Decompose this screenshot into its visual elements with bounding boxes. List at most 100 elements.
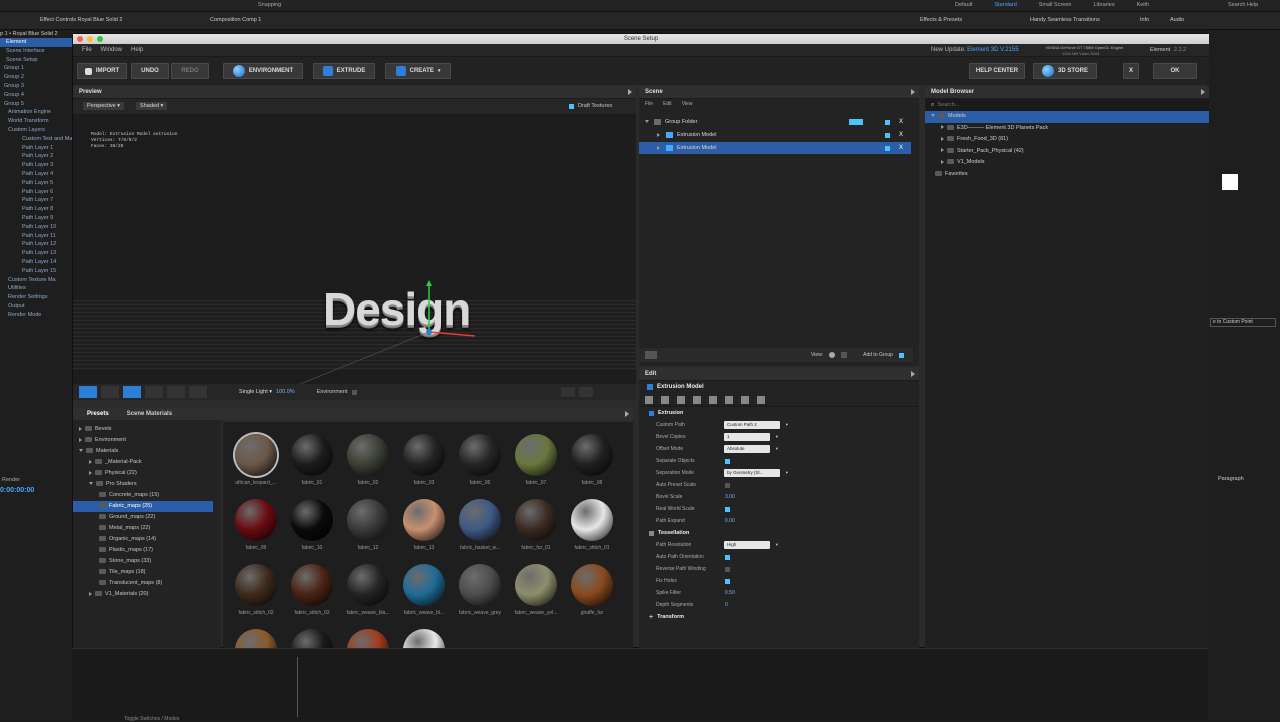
material-sphere[interactable] (347, 564, 389, 606)
expand-triangle-icon[interactable] (89, 591, 92, 596)
preset-folder[interactable]: Stone_maps (33) (73, 556, 213, 567)
settings-icon[interactable] (560, 387, 575, 397)
effect-tree-item[interactable]: Group 1 (0, 64, 72, 73)
effect-tree-item[interactable]: Path Layer 14 (0, 258, 72, 267)
gear-icon[interactable] (757, 395, 765, 404)
effect-tree-item[interactable]: Scene Interface (0, 47, 72, 56)
workspace-2[interactable]: Small Screen (1039, 2, 1072, 8)
effect-tree-item[interactable]: Element (0, 38, 72, 47)
browser-search[interactable]: ⌕ (925, 99, 1209, 111)
group-color-swatch[interactable] (849, 119, 863, 125)
expand-triangle-icon[interactable] (931, 114, 935, 118)
property-checkbox[interactable] (725, 482, 730, 488)
material-sphere[interactable] (291, 434, 333, 476)
tab-info[interactable]: Info (1140, 17, 1149, 23)
update-value[interactable]: Element 3D V.2155 (967, 47, 1018, 53)
material-sphere[interactable] (291, 499, 333, 541)
workspace-4[interactable]: Keith (1137, 2, 1150, 8)
material-sphere[interactable] (403, 499, 445, 541)
material-sphere[interactable] (347, 499, 389, 541)
preset-folder[interactable]: Pro Shaders (73, 479, 213, 490)
workspace-0[interactable]: Default (955, 2, 972, 8)
effect-tree-item[interactable]: Animation Engine (0, 108, 72, 117)
search-input[interactable] (937, 102, 1138, 108)
tessellation-section-header[interactable]: Tessellation (639, 527, 919, 539)
expand-triangle-icon[interactable] (79, 426, 82, 431)
transform-section-header[interactable]: + Transform (639, 611, 919, 623)
screen-icon[interactable] (578, 387, 593, 397)
preset-folder[interactable]: Bevels (73, 424, 213, 435)
workspace-1[interactable]: Standard (994, 2, 1016, 8)
property-checkbox[interactable] (725, 566, 730, 572)
draft-textures-toggle[interactable]: Draft Textures (569, 103, 612, 109)
effect-tree-item[interactable]: Path Layer 9 (0, 214, 72, 223)
effect-tree-item[interactable]: Path Layer 4 (0, 170, 72, 179)
material-sphere[interactable] (235, 499, 277, 541)
expand-triangle-icon[interactable] (645, 120, 649, 123)
material-sphere[interactable] (291, 564, 333, 606)
redo-button[interactable]: REDO (171, 63, 209, 79)
effect-tree-item[interactable]: Path Layer 3 (0, 161, 72, 170)
material-sphere[interactable] (403, 564, 445, 606)
effect-tree-item[interactable]: Path Layer 2 (0, 152, 72, 161)
delete-item-icon[interactable]: X (897, 118, 905, 126)
expand-triangle-icon[interactable] (941, 159, 944, 164)
scene-menu-view[interactable]: View (682, 101, 693, 107)
material-sphere[interactable] (347, 629, 389, 648)
material-sphere[interactable] (403, 434, 445, 476)
bevel-icon[interactable] (693, 395, 701, 404)
eye-icon[interactable] (741, 395, 749, 404)
material-sphere[interactable] (459, 564, 501, 606)
preset-folder[interactable]: Metal_maps (22) (73, 523, 213, 534)
layers-icon[interactable] (645, 395, 653, 404)
material-sphere[interactable] (515, 499, 557, 541)
expand-triangle-icon[interactable] (79, 449, 83, 453)
browser-item[interactable]: Models (925, 111, 1209, 123)
material-sphere[interactable] (235, 434, 277, 476)
ok-button[interactable]: OK (1153, 63, 1197, 79)
panel-menu-icon[interactable] (628, 89, 632, 95)
preset-folder[interactable]: Ground_maps (22) (73, 512, 213, 523)
create-button[interactable]: CREATE ▾ (385, 63, 451, 79)
menu-window[interactable]: Window (101, 47, 122, 53)
tab-effect-controls[interactable]: Effect Controls Royal Blue Solid 2 (40, 17, 122, 23)
effect-tree-item[interactable]: Custom Layers (0, 126, 72, 135)
preset-folder[interactable]: Plastic_maps (17) (73, 545, 213, 556)
property-dropdown[interactable]: by Geometry (Sl... ▾ (724, 469, 788, 477)
effect-tree-item[interactable]: Path Layer 11 (0, 232, 72, 241)
transform-gizmo-icon[interactable] (253, 244, 493, 384)
scene-item[interactable]: Extrusion Model X (639, 142, 911, 154)
effect-tree-item[interactable]: Path Layer 5 (0, 179, 72, 188)
edit-menu-icon[interactable] (911, 371, 915, 377)
tab-handy-transitions[interactable]: Handy Seamless Transitions (1030, 17, 1100, 23)
scene-menu-edit[interactable]: Edit (663, 101, 672, 107)
light-select[interactable]: Single Light ▾ (239, 389, 272, 395)
effect-tree-item[interactable]: Group 5 (0, 100, 72, 109)
effect-tree-item[interactable]: Scene Setup (0, 56, 72, 65)
view-grid-icon[interactable] (841, 352, 848, 358)
camera-tool-icon[interactable] (79, 386, 97, 398)
effect-tree-item[interactable]: Group 2 (0, 73, 72, 82)
effect-tree-item[interactable]: Custom Text and Ma (0, 135, 72, 144)
preset-folder[interactable]: Environment (73, 435, 213, 446)
expand-triangle-icon[interactable] (89, 459, 92, 464)
effect-tree-item[interactable]: Path Layer 8 (0, 205, 72, 214)
property-dropdown[interactable]: Custom Path 2 ▾ (724, 421, 788, 429)
effect-tree-item[interactable]: Output (0, 302, 72, 311)
effect-tree-item[interactable]: Group 3 (0, 82, 72, 91)
grid-tool-icon[interactable] (189, 386, 207, 398)
scene-item[interactable]: Extrusion Model X (639, 129, 911, 141)
tab-scene-materials[interactable]: Scene Materials (127, 411, 172, 417)
copy-icon[interactable] (725, 395, 733, 404)
help-center-button[interactable]: HELP CENTER (969, 63, 1025, 79)
material-sphere[interactable] (571, 499, 613, 541)
material-sphere[interactable] (459, 434, 501, 476)
visibility-checkbox[interactable] (885, 145, 890, 151)
property-checkbox[interactable] (725, 458, 730, 464)
timeline-playhead[interactable] (297, 657, 298, 717)
workspace-3[interactable]: Libraries (1093, 2, 1114, 8)
browser-item[interactable]: E3D——— Element 3D Planets Pack (925, 123, 1209, 135)
preset-folder[interactable]: Tile_maps (18) (73, 567, 213, 578)
property-dropdown[interactable]: High ▾ (724, 541, 778, 549)
extrusion-section-header[interactable]: Extrusion (639, 407, 919, 419)
